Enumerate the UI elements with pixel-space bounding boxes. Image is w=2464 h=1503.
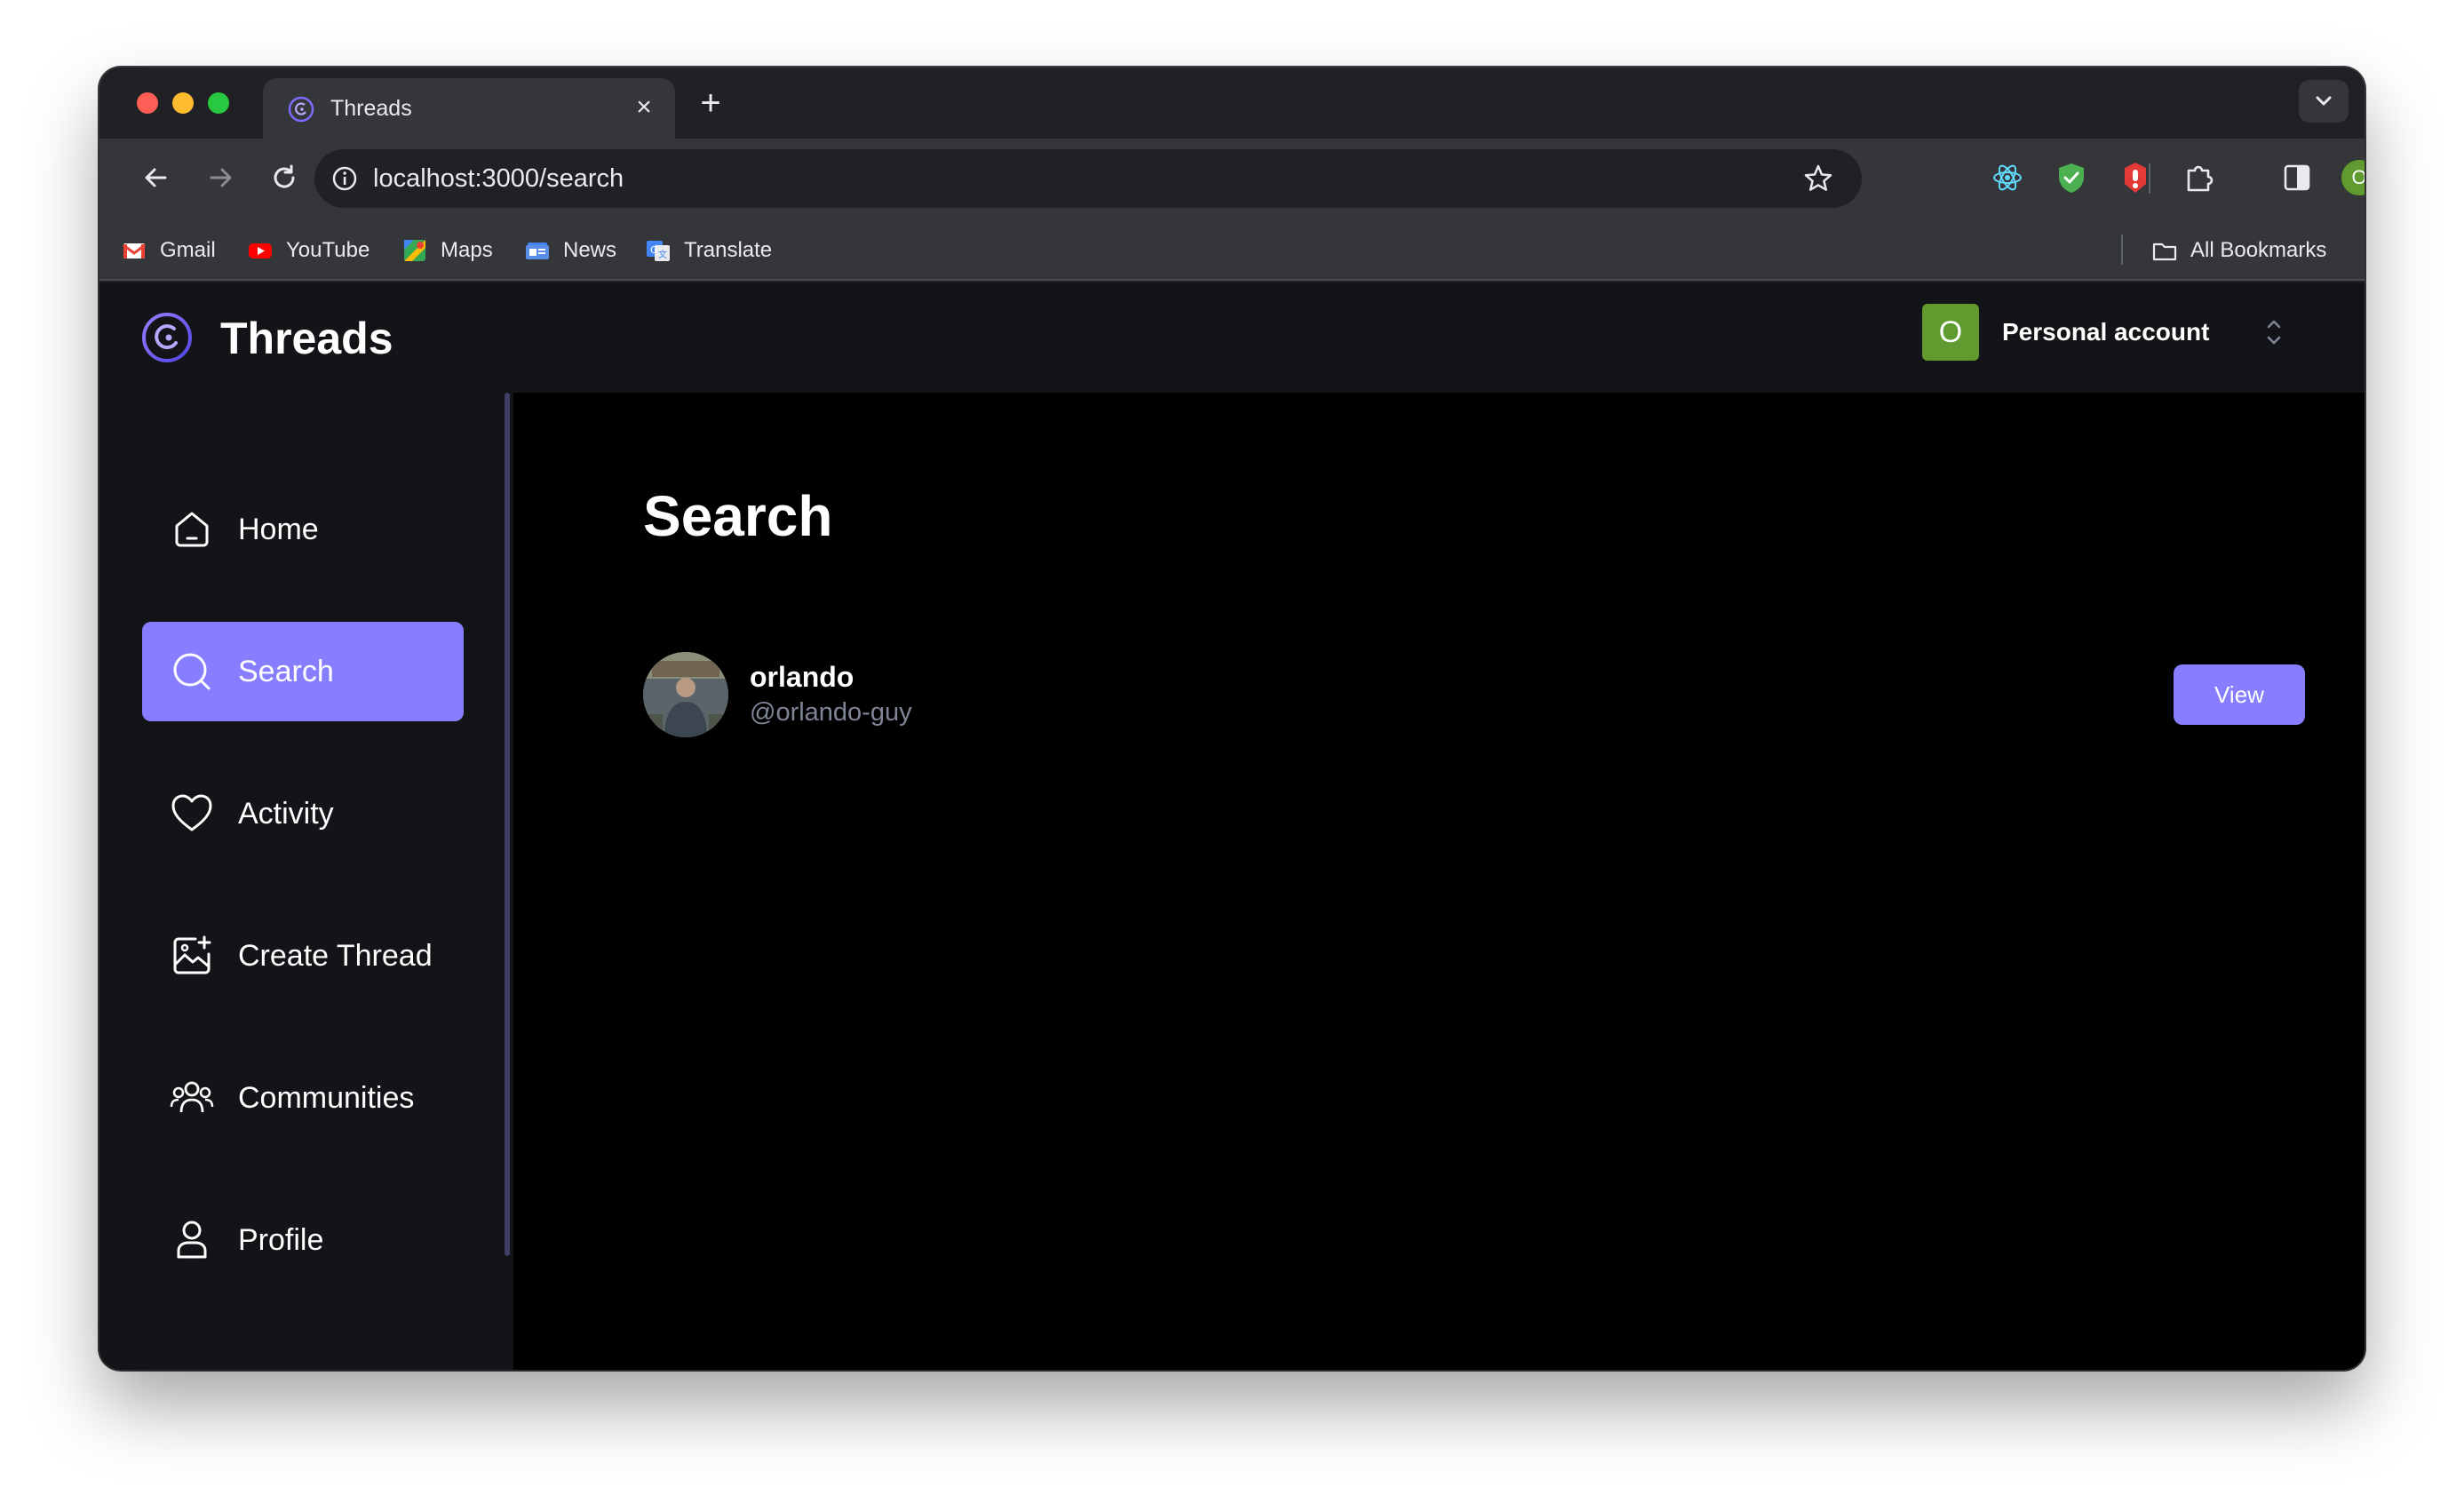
app-name: Threads bbox=[220, 314, 393, 363]
user-photo-icon bbox=[643, 652, 728, 737]
app-topbar: Threads O Personal account bbox=[99, 282, 2365, 393]
news-icon bbox=[526, 243, 549, 259]
sidebar-item-label: Communities bbox=[238, 1080, 415, 1115]
close-window-button[interactable] bbox=[137, 92, 158, 114]
sidebar-item-profile[interactable]: Profile bbox=[142, 1190, 464, 1290]
left-sidebar: Home Search Activity Create Thread Commu… bbox=[99, 393, 513, 1370]
user-icon bbox=[177, 1221, 207, 1259]
page-title: Search bbox=[643, 484, 833, 548]
tab-title: Threads bbox=[330, 96, 412, 121]
svg-text:G: G bbox=[650, 244, 658, 256]
sidebar-item-activity[interactable]: Activity bbox=[142, 764, 464, 863]
sidebar-item-home[interactable]: Home bbox=[142, 480, 464, 579]
sidebar-item-create-thread[interactable]: Create Thread bbox=[142, 906, 464, 1006]
folder-icon bbox=[2152, 243, 2177, 261]
bookmark-label: News bbox=[563, 238, 617, 262]
bookmark-label: Translate bbox=[684, 238, 773, 262]
sidebar-item-label: Create Thread bbox=[238, 938, 433, 973]
all-bookmarks-button[interactable]: All Bookmarks bbox=[2151, 236, 2326, 265]
tab-search-button[interactable] bbox=[2299, 80, 2349, 123]
bookmark-label: Gmail bbox=[160, 238, 216, 262]
chevron-down-icon bbox=[2316, 96, 2332, 106]
bookmark-translate[interactable]: G 文 Translate bbox=[645, 236, 772, 265]
org-avatar[interactable]: O bbox=[1922, 304, 1979, 361]
toolbar-separator bbox=[2149, 163, 2150, 194]
reload-icon[interactable] bbox=[266, 160, 302, 195]
sidebar-item-label: Search bbox=[238, 654, 334, 688]
bookmark-star-icon[interactable] bbox=[1801, 162, 1835, 195]
org-switcher-label[interactable]: Personal account bbox=[2002, 318, 2209, 346]
create-thread-icon bbox=[173, 935, 211, 974]
site-info-icon[interactable] bbox=[329, 163, 361, 195]
all-bookmarks-label: All Bookmarks bbox=[2190, 238, 2327, 262]
translate-icon: G 文 bbox=[647, 241, 670, 261]
user-result-card: orlando @orlando-guy View bbox=[643, 652, 2305, 737]
browser-window: Threads × + localhost:3000/search O Gmai… bbox=[99, 68, 2365, 1370]
bookmark-gmail[interactable]: Gmail bbox=[121, 236, 216, 265]
sidebar-item-search[interactable]: Search bbox=[142, 622, 464, 721]
view-profile-button[interactable]: View bbox=[2174, 664, 2305, 725]
side-panel-icon[interactable] bbox=[2277, 158, 2317, 197]
shield-check-icon[interactable] bbox=[2052, 158, 2091, 197]
maps-icon bbox=[404, 240, 425, 261]
chevron-up-down-icon[interactable] bbox=[2261, 313, 2286, 352]
communities-icon bbox=[170, 1081, 214, 1113]
user-name: orlando bbox=[750, 661, 854, 693]
bookmark-label: YouTube bbox=[286, 238, 370, 262]
threads-favicon-icon bbox=[288, 96, 314, 123]
browser-profile-avatar[interactable]: O bbox=[2341, 160, 2365, 195]
sidebar-item-label: Activity bbox=[238, 796, 334, 831]
sidebar-item-communities[interactable]: Communities bbox=[142, 1048, 464, 1148]
sidebar-item-label: Profile bbox=[238, 1222, 324, 1257]
browser-tab[interactable]: Threads × bbox=[263, 78, 675, 139]
youtube-icon bbox=[249, 243, 272, 258]
maximize-window-button[interactable] bbox=[208, 92, 229, 114]
url-text: localhost:3000/search bbox=[373, 164, 624, 193]
address-bar[interactable]: localhost:3000/search bbox=[314, 149, 1862, 208]
tab-close-icon[interactable]: × bbox=[629, 92, 659, 123]
bookmarks-bar: Gmail YouTube Maps News G 文 Translate Al… bbox=[99, 219, 2365, 281]
svg-text:文: 文 bbox=[658, 249, 667, 260]
minimize-window-button[interactable] bbox=[172, 92, 194, 114]
bookmarks-separator bbox=[2121, 235, 2123, 265]
bookmark-youtube[interactable]: YouTube bbox=[247, 236, 370, 265]
home-icon bbox=[175, 512, 209, 547]
browser-toolbar: localhost:3000/search O bbox=[99, 139, 2365, 219]
gmail-icon bbox=[123, 243, 146, 258]
sidebar-item-label: Home bbox=[238, 512, 319, 546]
sidebar-scrollbar[interactable] bbox=[505, 393, 510, 1256]
threads-app: Threads O Personal account Home Search A… bbox=[99, 282, 2365, 1370]
bookmark-maps[interactable]: Maps bbox=[401, 236, 493, 265]
avatar bbox=[643, 652, 728, 737]
main-content: Search orlando @orlando-guy View bbox=[513, 393, 2365, 1370]
bookmark-label: Maps bbox=[441, 238, 493, 262]
search-icon bbox=[173, 653, 211, 690]
back-arrow-icon[interactable] bbox=[139, 160, 174, 195]
extensions-puzzle-icon[interactable] bbox=[2180, 158, 2219, 197]
forward-arrow-icon[interactable] bbox=[203, 160, 238, 195]
heart-icon bbox=[171, 794, 212, 831]
new-tab-button[interactable]: + bbox=[693, 85, 728, 123]
bookmark-news[interactable]: News bbox=[524, 236, 616, 265]
threads-logo-icon[interactable] bbox=[140, 311, 194, 364]
user-handle: @orlando-guy bbox=[750, 698, 912, 727]
tab-strip: Threads × + bbox=[99, 68, 2365, 139]
react-devtools-icon[interactable] bbox=[1988, 158, 2027, 197]
